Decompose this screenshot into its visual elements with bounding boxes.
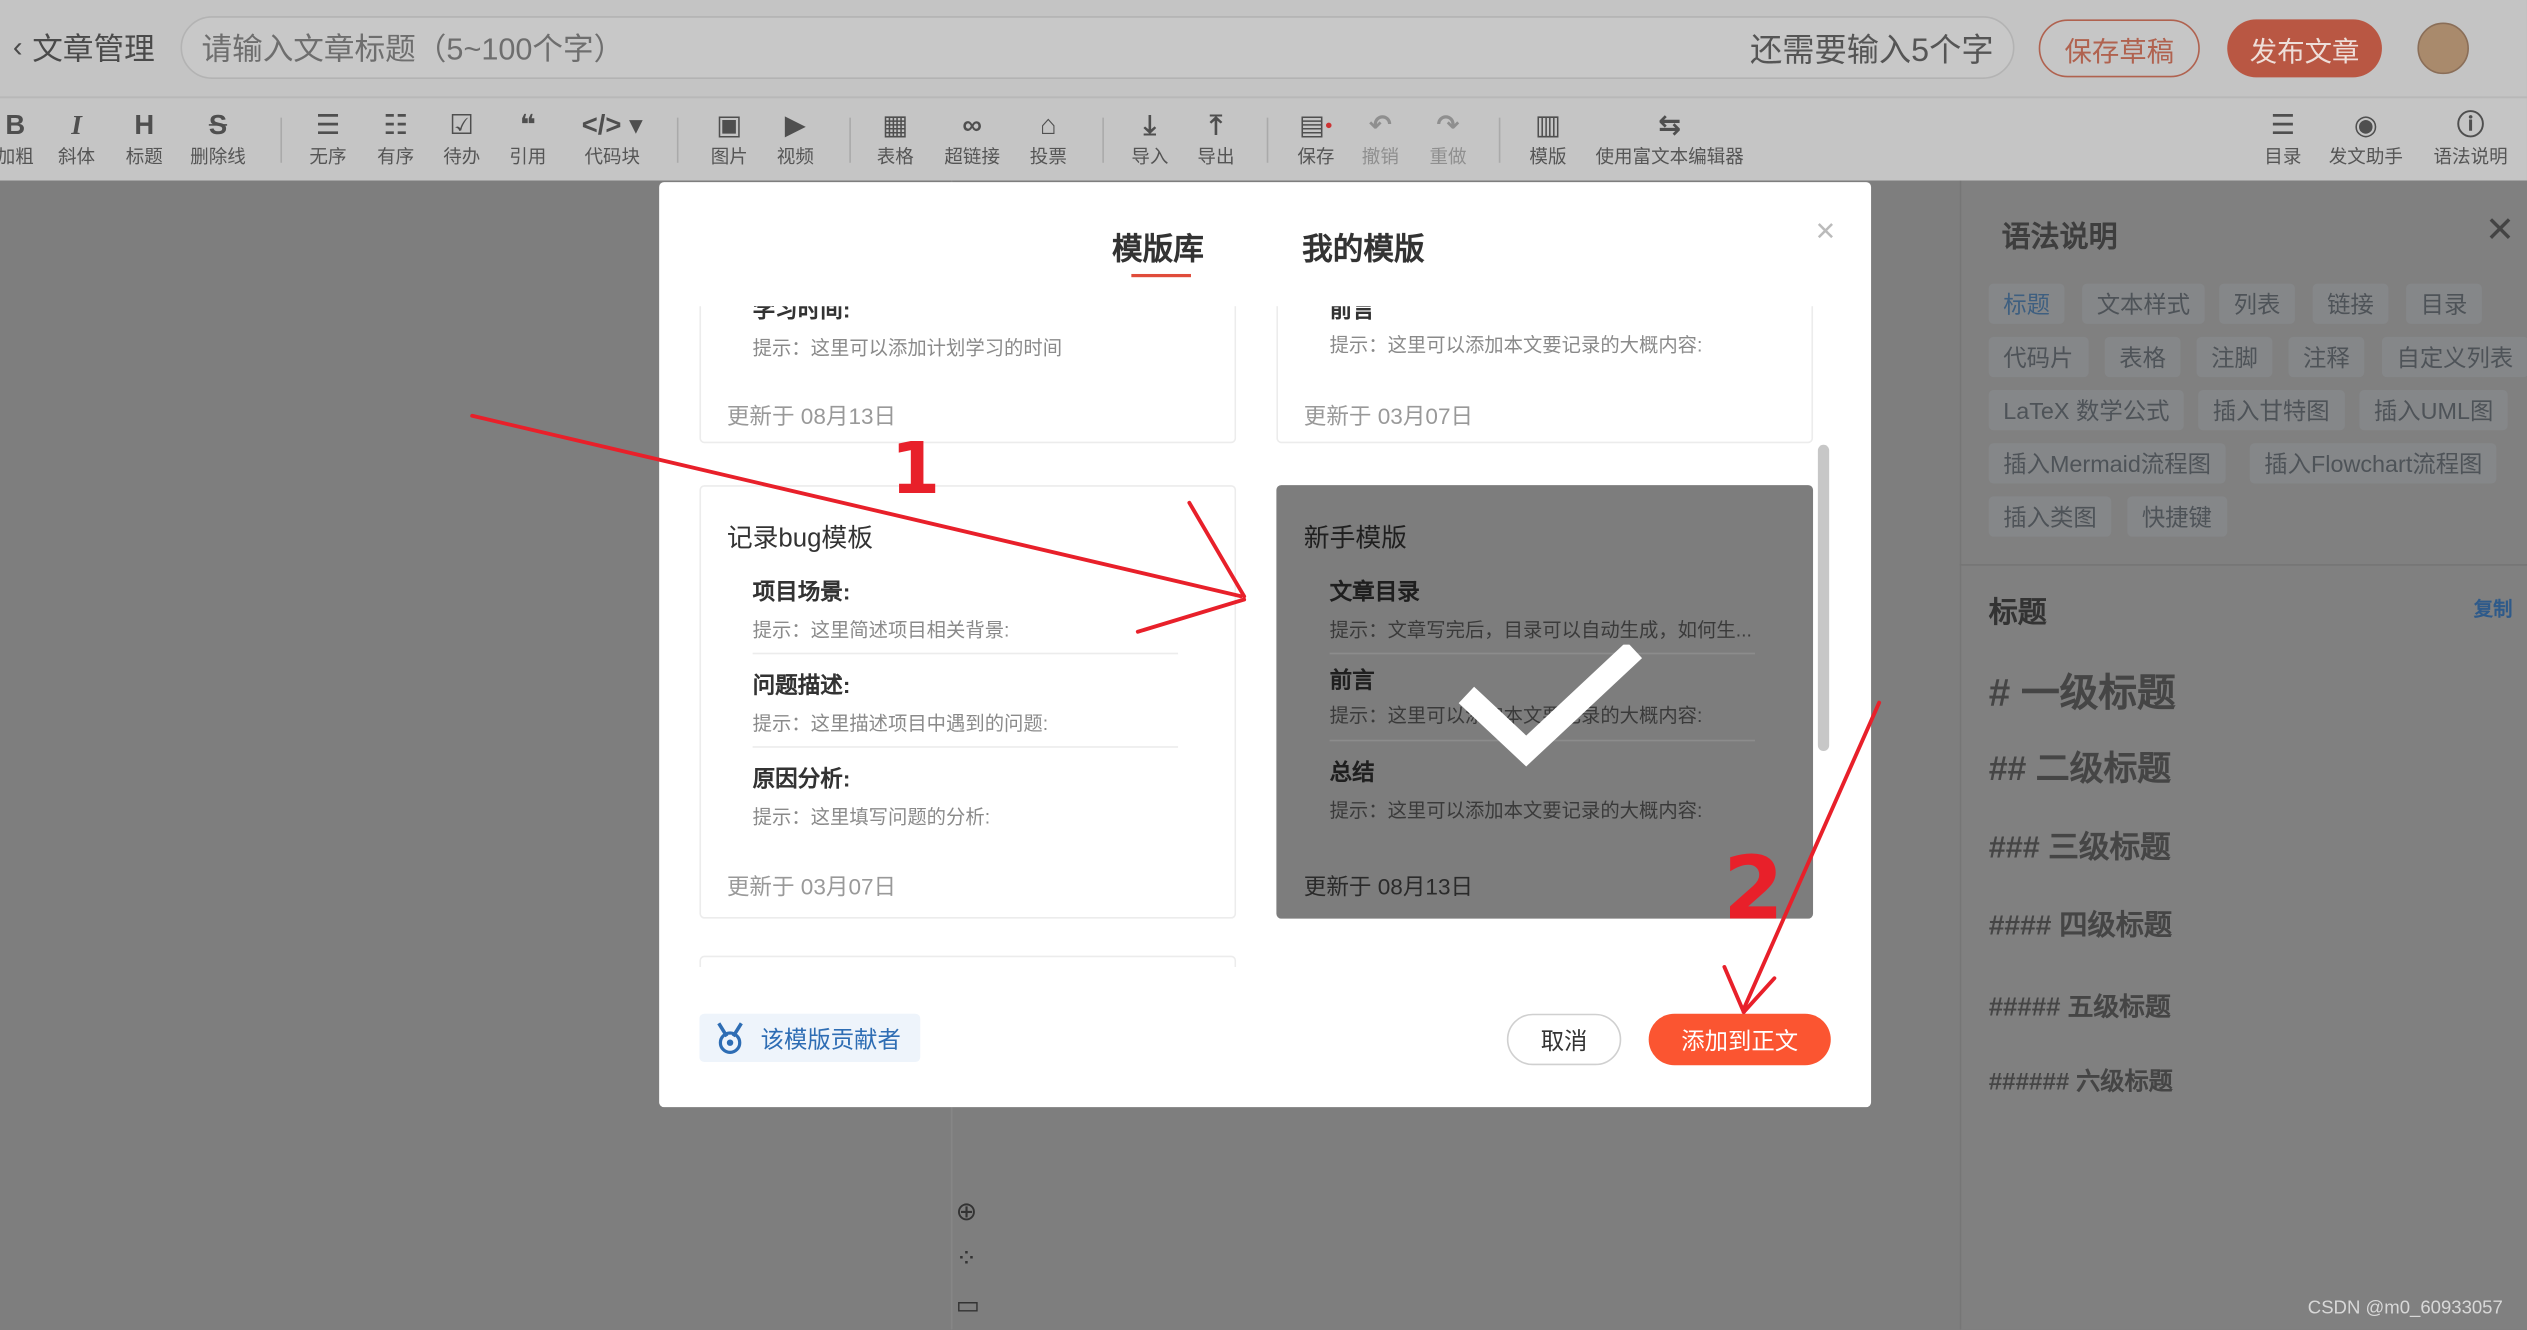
annotation-mark-1: 1 [891,427,940,510]
annotation-mark-2: 2 [1723,838,1784,940]
watermark: CSDN @m0_60933057 [2307,1298,2503,1319]
annotation-overlay: 1 2 [470,413,1882,1015]
annotation-arrow-1 [470,413,1247,634]
